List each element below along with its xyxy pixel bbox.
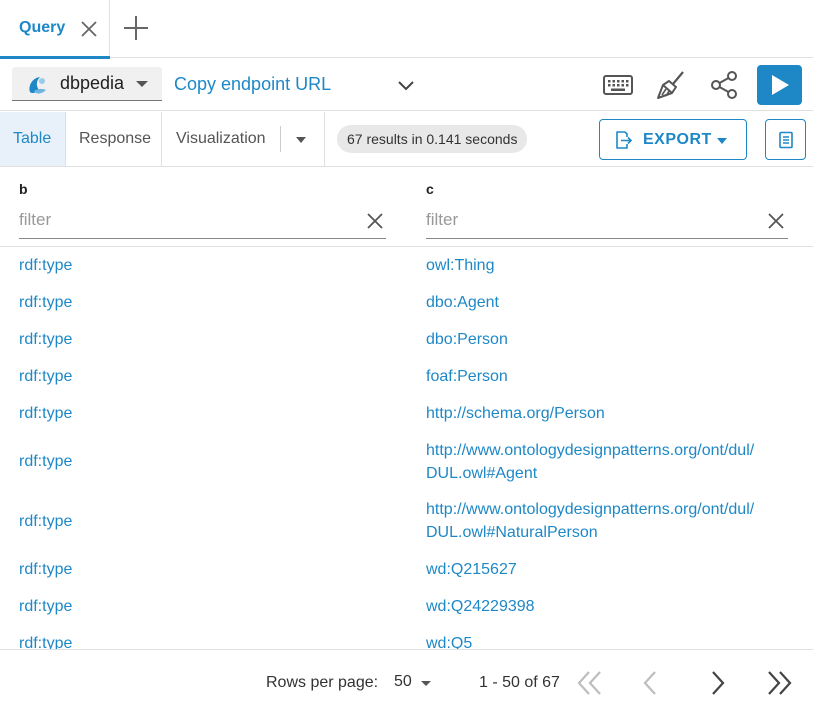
tab-response[interactable]: Response [66,112,160,166]
broom-icon[interactable] [655,69,687,101]
table-cell-b[interactable]: rdf:type [19,402,72,425]
table-cell-c[interactable]: dbo:Agent [426,291,499,314]
table-cell-c[interactable]: dbo:Person [426,328,508,351]
pagination-footer: Rows per page: 50 1 - 50 of 67 [0,649,813,712]
table-cell-b[interactable]: rdf:type [19,450,72,473]
copy-endpoint-url-link[interactable]: Copy endpoint URL [174,74,331,95]
table-cell-b[interactable]: rdf:type [19,254,72,277]
column-header-c: c [426,181,434,197]
table-cell-b[interactable]: rdf:type [19,558,72,581]
table-cell-c[interactable]: http://www.ontologydesignpatterns.org/on… [426,439,776,485]
query-tab-bar: Query [0,0,813,59]
table-cell-c[interactable]: foaf:Person [426,365,508,388]
add-tab-icon[interactable] [122,14,150,42]
chevron-down-icon [717,138,727,144]
rows-per-page-label: Rows per page: [266,674,379,691]
tab-table[interactable]: Table [0,112,65,166]
results-summary-badge: 67 results in 0.141 seconds [337,125,528,153]
chevron-down-icon [421,681,431,686]
table-cell-c[interactable]: http://schema.org/Person [426,402,605,425]
endpoint-select[interactable]: dbpedia [12,67,162,101]
table-cell-c[interactable]: wd:Q24229398 [426,595,535,618]
table-cell-b[interactable]: rdf:type [19,632,72,649]
page-range: 1 - 50 of 67 [479,674,560,691]
keyboard-icon[interactable] [602,69,634,101]
first-page-icon[interactable] [575,668,605,698]
export-file-icon [616,131,633,149]
table-cell-c[interactable]: owl:Thing [426,254,494,277]
column-filter-b [19,202,386,239]
table-cell-b[interactable]: rdf:type [19,365,72,388]
next-page-icon[interactable] [702,668,732,698]
results-table-body: rdf:type owl:Thing rdf:type dbo:Agent rd… [0,247,813,649]
tab-query-label: Query [19,19,66,36]
docs-button[interactable] [765,119,806,160]
rows-per-page-select[interactable]: 50 [394,672,436,694]
table-cell-c[interactable]: wd:Q215627 [426,558,517,581]
run-query-button[interactable] [757,65,802,105]
table-cell-c[interactable]: http://www.ontologydesignpatterns.org/on… [426,498,776,544]
chevron-down-icon [136,81,148,87]
query-toolbar: dbpedia Copy endpoint URL [0,59,813,111]
filter-input-c[interactable] [426,208,756,232]
dbpedia-logo-icon [29,77,46,94]
document-icon [779,131,793,149]
column-filter-c [426,202,788,239]
table-cell-b[interactable]: rdf:type [19,328,72,351]
filter-input-b[interactable] [19,208,349,232]
endpoint-name: dbpedia [60,73,125,93]
divider [280,126,281,152]
column-header-b: b [19,181,28,197]
divider [324,112,325,166]
close-icon[interactable] [78,18,100,40]
previous-page-icon[interactable] [636,668,666,698]
share-icon[interactable] [708,69,740,101]
play-icon [772,75,789,95]
last-page-icon[interactable] [764,668,794,698]
tab-query[interactable]: Query [0,0,110,59]
clear-filter-icon[interactable] [365,211,385,231]
rows-per-page-value: 50 [394,673,412,690]
table-cell-b[interactable]: rdf:type [19,291,72,314]
table-cell-b[interactable]: rdf:type [19,510,72,533]
results-header: Table Response Visualization 67 results … [0,112,813,167]
visualization-dropdown-icon[interactable] [296,137,306,143]
clear-filter-icon[interactable] [766,211,786,231]
chevron-down-icon[interactable] [396,76,416,96]
tab-visualization-label: Visualization [176,130,266,147]
export-label: EXPORT [643,131,712,148]
table-cell-b[interactable]: rdf:type [19,595,72,618]
tab-visualization[interactable]: Visualization [162,112,280,166]
export-button[interactable]: EXPORT [599,119,747,160]
tab-table-label: Table [13,130,52,147]
table-cell-c[interactable]: wd:Q5 [426,632,472,649]
tab-response-label: Response [79,130,152,147]
